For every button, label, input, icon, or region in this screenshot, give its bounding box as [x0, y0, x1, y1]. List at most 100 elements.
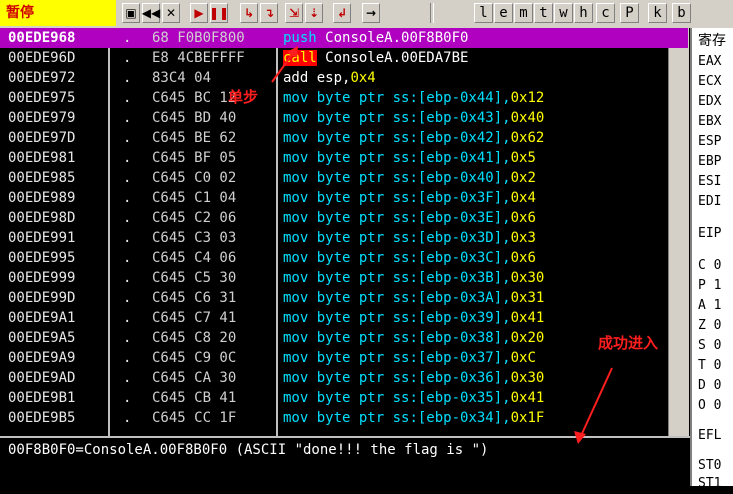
disasm-row[interactable]: 00EDE9AD. C645 CA 30 mov byte ptr ss:[ebp-…	[0, 368, 688, 388]
close-icon[interactable]: ✕	[162, 3, 180, 23]
disasm-row[interactable]: 00EDE968. 68 F0B0F800 push ConsoleA.00F8B0…	[0, 28, 688, 48]
disasm-row[interactable]: 00EDE999. C645 C5 30 mov byte ptr ss:[ebp-…	[0, 268, 688, 288]
disasm-row[interactable]: 00EDE9B5. C645 CC 1F mov byte ptr ss:[ebp-…	[0, 408, 688, 428]
disasm-row[interactable]: 00EDE97D. C645 BE 62 mov byte ptr ss:[ebp-…	[0, 128, 688, 148]
modules-window-button[interactable]: e	[494, 3, 513, 23]
register-st0[interactable]: ST0	[698, 456, 721, 476]
immediate-value: 0x30	[510, 270, 545, 286]
immediate-value: 0x20	[510, 330, 545, 346]
flag-z[interactable]: Z 0	[698, 316, 721, 336]
disasm-row[interactable]: 00EDE9A1. C645 C7 41 mov byte ptr ss:[ebp-…	[0, 308, 688, 328]
row-operands: byte ptr ss:[ebp-0x3E],0x6	[316, 210, 536, 226]
row-instruction: push ConsoleA.00F8B0F0	[283, 28, 468, 48]
trace-into-icon[interactable]: ⇲	[285, 3, 303, 23]
threads-window-button[interactable]: t	[534, 3, 553, 23]
row-operands: byte ptr ss:[ebp-0x3F],0x4	[316, 190, 536, 206]
row-mnemonic: mov	[283, 130, 309, 146]
cpu-window-button[interactable]: c	[596, 3, 615, 23]
register-esp[interactable]: ESP	[698, 132, 721, 152]
disasm-row[interactable]: 00EDE991. C645 C3 03 mov byte ptr ss:[ebp-…	[0, 228, 688, 248]
flag-t[interactable]: T 0	[698, 356, 721, 376]
flag-a[interactable]: A 1	[698, 296, 721, 316]
flag-d[interactable]: D 0	[698, 376, 721, 396]
row-operands: byte ptr ss:[ebp-0x41],0x5	[316, 150, 536, 166]
disasm-row[interactable]: 00EDE98D. C645 C2 06 mov byte ptr ss:[ebp-…	[0, 208, 688, 228]
register-edx[interactable]: EDX	[698, 92, 721, 112]
registers-title: 寄存	[698, 33, 726, 49]
disasm-row[interactable]: 00EDE9B1. C645 CB 41 mov byte ptr ss:[ebp-…	[0, 388, 688, 408]
row-address: 00EDE999	[8, 270, 76, 286]
row-hex: 68 F0B0F800	[152, 30, 245, 46]
disasm-row[interactable]: 00EDE9A5. C645 C8 20 mov byte ptr ss:[ebp-…	[0, 328, 688, 348]
row-hex: C645 C1 04	[152, 190, 237, 206]
disasm-row[interactable]: 00EDE96D. E8 4CBEFFFF call ConsoleA.00EDA7…	[0, 48, 688, 68]
register-st1[interactable]: ST1	[698, 474, 721, 494]
row-mnemonic: mov	[283, 390, 309, 406]
row-address: 00EDE9B5	[8, 410, 76, 426]
disasm-row[interactable]: 00EDE995. C645 C4 06 mov byte ptr ss:[ebp-…	[0, 248, 688, 268]
row-instruction: mov byte ptr ss:[ebp-0x44],0x12	[283, 88, 544, 108]
log-window-button[interactable]: l	[474, 3, 493, 23]
row-mnemonic: add	[283, 70, 309, 86]
register-ebp[interactable]: EBP	[698, 152, 721, 172]
row-hex: C645 C7 41	[152, 310, 237, 326]
row-address: 00EDE995	[8, 250, 76, 266]
row-instruction: mov byte ptr ss:[ebp-0x39],0x41	[283, 308, 544, 328]
row-address: 00EDE981	[8, 150, 76, 166]
row-hex: C645 C2 06	[152, 210, 237, 226]
register-edi[interactable]: EDI	[698, 192, 721, 212]
execute-till-return-icon[interactable]: ↲	[333, 3, 351, 23]
flag-s[interactable]: S 0	[698, 336, 721, 356]
handles-window-button[interactable]: h	[574, 3, 593, 23]
pause-icon[interactable]: ❚❚	[209, 3, 229, 23]
flag-p[interactable]: P 1	[698, 276, 721, 296]
register-ecx[interactable]: ECX	[698, 72, 721, 92]
restart-icon[interactable]: ◀◀	[142, 3, 160, 23]
trace-over-icon[interactable]: ⇣	[305, 3, 323, 23]
row-hex: E8 4CBEFFFF	[152, 50, 245, 66]
register-ebx[interactable]: EBX	[698, 112, 721, 132]
goto-icon[interactable]: →	[362, 3, 380, 23]
row-instruction: mov byte ptr ss:[ebp-0x37],0xC	[283, 348, 536, 368]
row-address: 00EDE972	[8, 70, 76, 86]
disassembly-pane[interactable]: 00EDE968. 68 F0B0F800 push ConsoleA.00F8B0…	[0, 28, 690, 436]
row-mnemonic: mov	[283, 190, 309, 206]
open-icon[interactable]: ▣	[122, 3, 140, 23]
callstack-window-button[interactable]: k	[648, 3, 667, 23]
step-over-icon[interactable]: ↴	[260, 3, 278, 23]
row-operands: byte ptr ss:[ebp-0x34],0x1F	[316, 410, 545, 426]
register-efl[interactable]: EFL	[698, 426, 721, 446]
disasm-row[interactable]: 00EDE9A9. C645 C9 0C mov byte ptr ss:[ebp-…	[0, 348, 688, 368]
windows-window-button[interactable]: w	[554, 3, 573, 23]
disasm-row[interactable]: 00EDE989. C645 C1 04 mov byte ptr ss:[ebp-…	[0, 188, 688, 208]
register-eax[interactable]: EAX	[698, 52, 721, 72]
disasm-row[interactable]: 00EDE99D. C645 C6 31 mov byte ptr ss:[ebp-…	[0, 288, 688, 308]
row-hex: C645 C8 20	[152, 330, 237, 346]
row-mnemonic: mov	[283, 330, 309, 346]
row-mnemonic: mov	[283, 110, 309, 126]
register-eip[interactable]: EIP	[698, 224, 721, 244]
disasm-row[interactable]: 00EDE981. C645 BF 05 mov byte ptr ss:[ebp-…	[0, 148, 688, 168]
breakpoints-window-button[interactable]: b	[672, 3, 691, 23]
row-instruction: mov byte ptr ss:[ebp-0x3D],0x3	[283, 228, 536, 248]
disasm-row[interactable]: 00EDE975. C645 BC 12 mov byte ptr ss:[ebp-…	[0, 88, 688, 108]
row-address: 00EDE9A9	[8, 350, 76, 366]
patches-window-button[interactable]: P	[620, 3, 639, 23]
row-operands: byte ptr ss:[ebp-0x43],0x40	[316, 110, 545, 126]
register-esi[interactable]: ESI	[698, 172, 721, 192]
memory-window-button[interactable]: m	[514, 3, 533, 23]
step-into-icon[interactable]: ↳	[240, 3, 258, 23]
registers-pane[interactable]: 寄存 EAX ECX EDX EBX ESP EBP ESI EDI EIP C…	[690, 28, 733, 491]
row-instruction: mov byte ptr ss:[ebp-0x3B],0x30	[283, 268, 544, 288]
info-line: 00F8B0F0=ConsoleA.00F8B0F0 (ASCII "done!…	[8, 442, 489, 458]
row-marker: .	[123, 70, 132, 86]
disasm-row[interactable]: 00EDE979. C645 BD 40 mov byte ptr ss:[ebp-…	[0, 108, 688, 128]
row-address: 00EDE975	[8, 90, 76, 106]
immediate-value: 0x2	[510, 170, 536, 186]
flag-o[interactable]: O 0	[698, 396, 721, 416]
row-hex: C645 CC 1F	[152, 410, 237, 426]
run-icon[interactable]: ▶	[190, 3, 208, 23]
disasm-row[interactable]: 00EDE985. C645 C0 02 mov byte ptr ss:[ebp-…	[0, 168, 688, 188]
disasm-row[interactable]: 00EDE972. 83C4 04 add esp,0x4	[0, 68, 688, 88]
flag-c[interactable]: C 0	[698, 256, 721, 276]
